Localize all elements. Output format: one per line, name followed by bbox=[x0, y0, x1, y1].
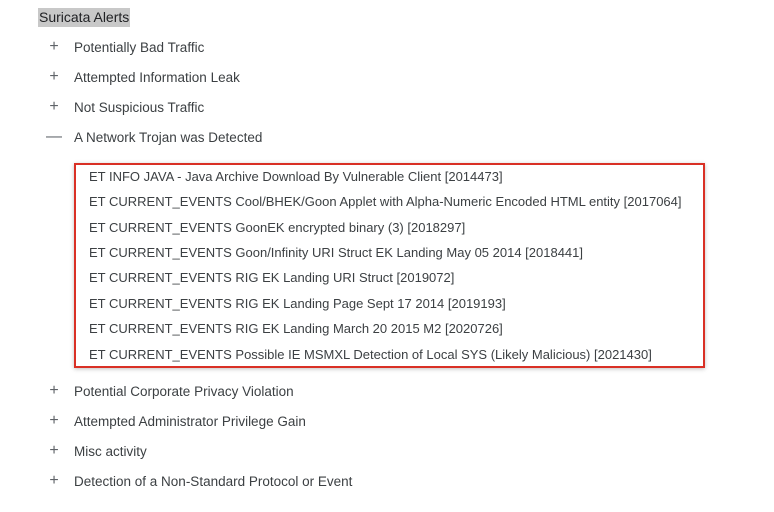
category-admin-privilege-gain[interactable]: + Attempted Administrator Privilege Gain bbox=[44, 410, 306, 432]
alert-item[interactable]: ET INFO JAVA - Java Archive Download By … bbox=[89, 167, 503, 187]
alert-item[interactable]: ET CURRENT_EVENTS GoonEK encrypted binar… bbox=[89, 218, 465, 238]
category-label: Potentially Bad Traffic bbox=[74, 39, 205, 55]
trojan-alerts-list: ET INFO JAVA - Java Archive Download By … bbox=[74, 163, 705, 368]
plus-icon[interactable]: + bbox=[44, 68, 64, 86]
category-label: Not Suspicious Traffic bbox=[74, 99, 205, 115]
category-non-standard-protocol[interactable]: + Detection of a Non-Standard Protocol o… bbox=[44, 470, 352, 492]
plus-icon[interactable]: + bbox=[44, 412, 64, 430]
alert-item[interactable]: ET CURRENT_EVENTS RIG EK Landing URI Str… bbox=[89, 268, 454, 288]
alert-item[interactable]: ET CURRENT_EVENTS Goon/Infinity URI Stru… bbox=[89, 243, 583, 263]
category-label: Detection of a Non-Standard Protocol or … bbox=[74, 473, 353, 489]
page-title: Suricata Alerts bbox=[38, 8, 131, 27]
alert-item[interactable]: ET CURRENT_EVENTS Cool/BHEK/Goon Applet … bbox=[89, 192, 682, 212]
category-label: Potential Corporate Privacy Violation bbox=[74, 383, 294, 399]
category-corporate-privacy-violation[interactable]: + Potential Corporate Privacy Violation bbox=[44, 380, 294, 402]
category-attempted-information-leak[interactable]: + Attempted Information Leak bbox=[44, 66, 240, 88]
alert-item[interactable]: ET CURRENT_EVENTS RIG EK Landing Page Se… bbox=[89, 294, 506, 314]
plus-icon[interactable]: + bbox=[44, 38, 64, 56]
minus-icon[interactable]: — bbox=[44, 128, 64, 146]
category-label: Attempted Administrator Privilege Gain bbox=[74, 413, 306, 429]
plus-icon[interactable]: + bbox=[44, 382, 64, 400]
category-not-suspicious-traffic[interactable]: + Not Suspicious Traffic bbox=[44, 96, 204, 118]
category-label: Attempted Information Leak bbox=[74, 69, 240, 85]
category-misc-activity[interactable]: + Misc activity bbox=[44, 440, 147, 462]
plus-icon[interactable]: + bbox=[44, 472, 64, 490]
category-label: Misc activity bbox=[74, 443, 147, 459]
category-potentially-bad-traffic[interactable]: + Potentially Bad Traffic bbox=[44, 36, 204, 58]
alert-item[interactable]: ET CURRENT_EVENTS RIG EK Landing March 2… bbox=[89, 319, 503, 339]
alert-item[interactable]: ET CURRENT_EVENTS Possible IE MSMXL Dete… bbox=[89, 345, 652, 365]
category-label: A Network Trojan was Detected bbox=[74, 129, 263, 145]
plus-icon[interactable]: + bbox=[44, 98, 64, 116]
plus-icon[interactable]: + bbox=[44, 442, 64, 460]
category-network-trojan-detected[interactable]: — A Network Trojan was Detected bbox=[44, 126, 262, 148]
